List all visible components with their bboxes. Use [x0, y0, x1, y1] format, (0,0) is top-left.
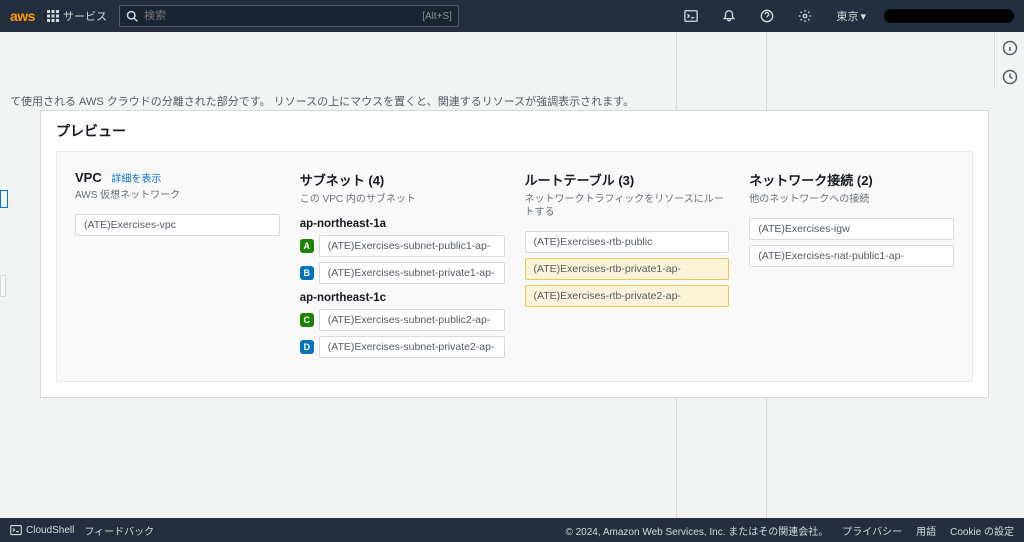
subnet-item[interactable]: C (ATE)Exercises-subnet-public2-ap- [300, 309, 505, 331]
subnet-column: サブネット (4) この VPC 内のサブネット ap-northeast-1a… [300, 170, 505, 363]
az-badge-icon: A [300, 239, 314, 253]
az-badge-icon: D [300, 340, 314, 354]
subnet-item[interactable]: B (ATE)Exercises-subnet-private1-ap- [300, 262, 505, 284]
subnet-resource: (ATE)Exercises-subnet-private1-ap- [319, 262, 505, 284]
notifications-icon[interactable] [716, 9, 742, 23]
subnet-column-title: サブネット (4) [300, 170, 505, 189]
copyright-text: © 2024, Amazon Web Services, Inc. またはその関… [565, 523, 828, 538]
right-toolbar [994, 32, 1024, 88]
network-resource[interactable]: (ATE)Exercises-igw [749, 218, 954, 240]
az-badge-icon: C [300, 313, 314, 327]
subnet-resource: (ATE)Exercises-subnet-public2-ap- [319, 309, 505, 331]
chevron-down-icon: ▾ [860, 10, 866, 23]
subnet-resource: (ATE)Exercises-subnet-private2-ap- [319, 336, 505, 358]
subnet-column-subtitle: この VPC 内のサブネット [300, 193, 505, 206]
search-icon [126, 10, 138, 22]
history-icon[interactable] [1002, 69, 1018, 88]
search-shortcut: [Alt+S] [422, 11, 452, 22]
settings-icon[interactable] [792, 9, 818, 23]
vpc-detail-link[interactable]: 詳細を表示 [111, 174, 161, 185]
left-panel-stub [0, 275, 6, 297]
az-badge-icon: B [300, 266, 314, 280]
route-table-resource[interactable]: (ATE)Exercises-rtb-private1-ap- [525, 258, 730, 280]
services-grid-icon [47, 10, 59, 22]
network-column-subtitle: 他のネットワークへの接続 [749, 193, 954, 206]
privacy-link[interactable]: プライバシー [842, 523, 902, 538]
preview-panel: プレビュー VPC 詳細を表示 AWS 仮想ネットワーク (ATE)Exerci… [40, 110, 989, 398]
account-menu[interactable] [884, 9, 1014, 23]
feedback-button[interactable]: フィードバック [84, 523, 154, 538]
network-column-title: ネットワーク接続 (2) [749, 170, 954, 189]
vpc-column-subtitle: AWS 仮想ネットワーク [75, 189, 280, 202]
az-label: ap-northeast-1c [300, 292, 505, 304]
left-panel-stub [0, 190, 8, 208]
route-table-column-title: ルートテーブル (3) [525, 170, 730, 189]
vpc-column: VPC 詳細を表示 AWS 仮想ネットワーク (ATE)Exercises-vp… [75, 170, 280, 363]
az-label: ap-northeast-1a [300, 218, 505, 230]
info-icon[interactable] [1002, 40, 1018, 59]
preview-title: プレビュー [41, 111, 988, 151]
resource-map: VPC 詳細を表示 AWS 仮想ネットワーク (ATE)Exercises-vp… [56, 151, 973, 382]
network-column: ネットワーク接続 (2) 他のネットワークへの接続 (ATE)Exercises… [749, 170, 954, 363]
route-table-column-subtitle: ネットワークトラフィックをリソースにルートする [525, 193, 730, 219]
route-table-resource[interactable]: (ATE)Exercises-rtb-public [525, 231, 730, 253]
network-resource[interactable]: (ATE)Exercises-nat-public1-ap- [749, 245, 954, 267]
help-icon[interactable] [754, 9, 780, 23]
footer: CloudShell フィードバック © 2024, Amazon Web Se… [0, 518, 1024, 542]
cloudshell-button[interactable]: CloudShell [10, 524, 74, 536]
search-input[interactable] [144, 10, 422, 22]
vpc-resource[interactable]: (ATE)Exercises-vpc [75, 214, 280, 236]
search-box[interactable]: [Alt+S] [119, 5, 459, 27]
route-table-column: ルートテーブル (3) ネットワークトラフィックをリソースにルートする (ATE… [525, 170, 730, 363]
route-table-resource[interactable]: (ATE)Exercises-rtb-private2-ap- [525, 285, 730, 307]
subnet-item[interactable]: D (ATE)Exercises-subnet-private2-ap- [300, 336, 505, 358]
vpc-column-title: VPC [75, 170, 102, 185]
terms-link[interactable]: 用語 [916, 523, 936, 538]
services-menu[interactable]: サービス [47, 8, 107, 24]
services-label: サービス [63, 8, 107, 24]
cloudshell-icon [10, 524, 22, 536]
subnet-resource: (ATE)Exercises-subnet-public1-ap- [319, 235, 505, 257]
region-selector[interactable]: 東京 ▾ [830, 8, 872, 24]
cloudshell-nav-icon[interactable] [678, 9, 704, 23]
aws-logo[interactable]: aws [10, 8, 35, 24]
top-navigation: aws サービス [Alt+S] 東京 ▾ [0, 0, 1024, 32]
cookie-link[interactable]: Cookie の設定 [950, 523, 1014, 538]
subnet-item[interactable]: A (ATE)Exercises-subnet-public1-ap- [300, 235, 505, 257]
